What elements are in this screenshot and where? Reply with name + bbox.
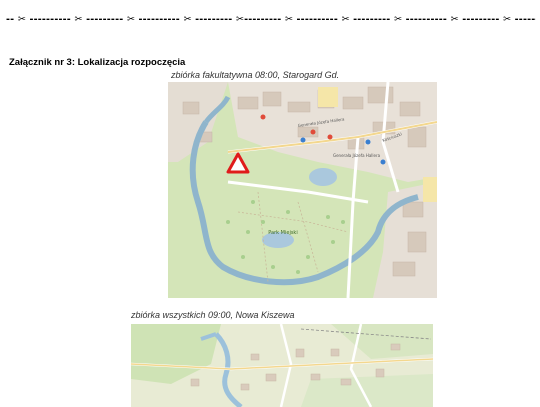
map-starogard[interactable]: Park Miejski Generała Józefa Hallera Gen… (168, 82, 437, 298)
street-label: Generała Józefa Hallera (333, 153, 381, 158)
map2-caption: zbiórka wszystkich 09:00, Nowa Kiszewa (131, 310, 295, 320)
map-nowa-kiszewa[interactable] (131, 324, 433, 407)
page-heading: Załącznik nr 3: Lokalizacja rozpoczęcia (9, 57, 186, 68)
map-starogard-graphic: Park Miejski Generała Józefa Hallera Gen… (168, 82, 437, 298)
map-nowa-kiszewa-graphic (131, 324, 433, 407)
park-label: Park Miejski (268, 230, 297, 236)
map1-caption: zbiórka fakultatywna 08:00, Starogard Gd… (171, 70, 340, 80)
cut-line: -- ✂ ---------- ✂ --------- ✂ ----------… (6, 14, 536, 25)
